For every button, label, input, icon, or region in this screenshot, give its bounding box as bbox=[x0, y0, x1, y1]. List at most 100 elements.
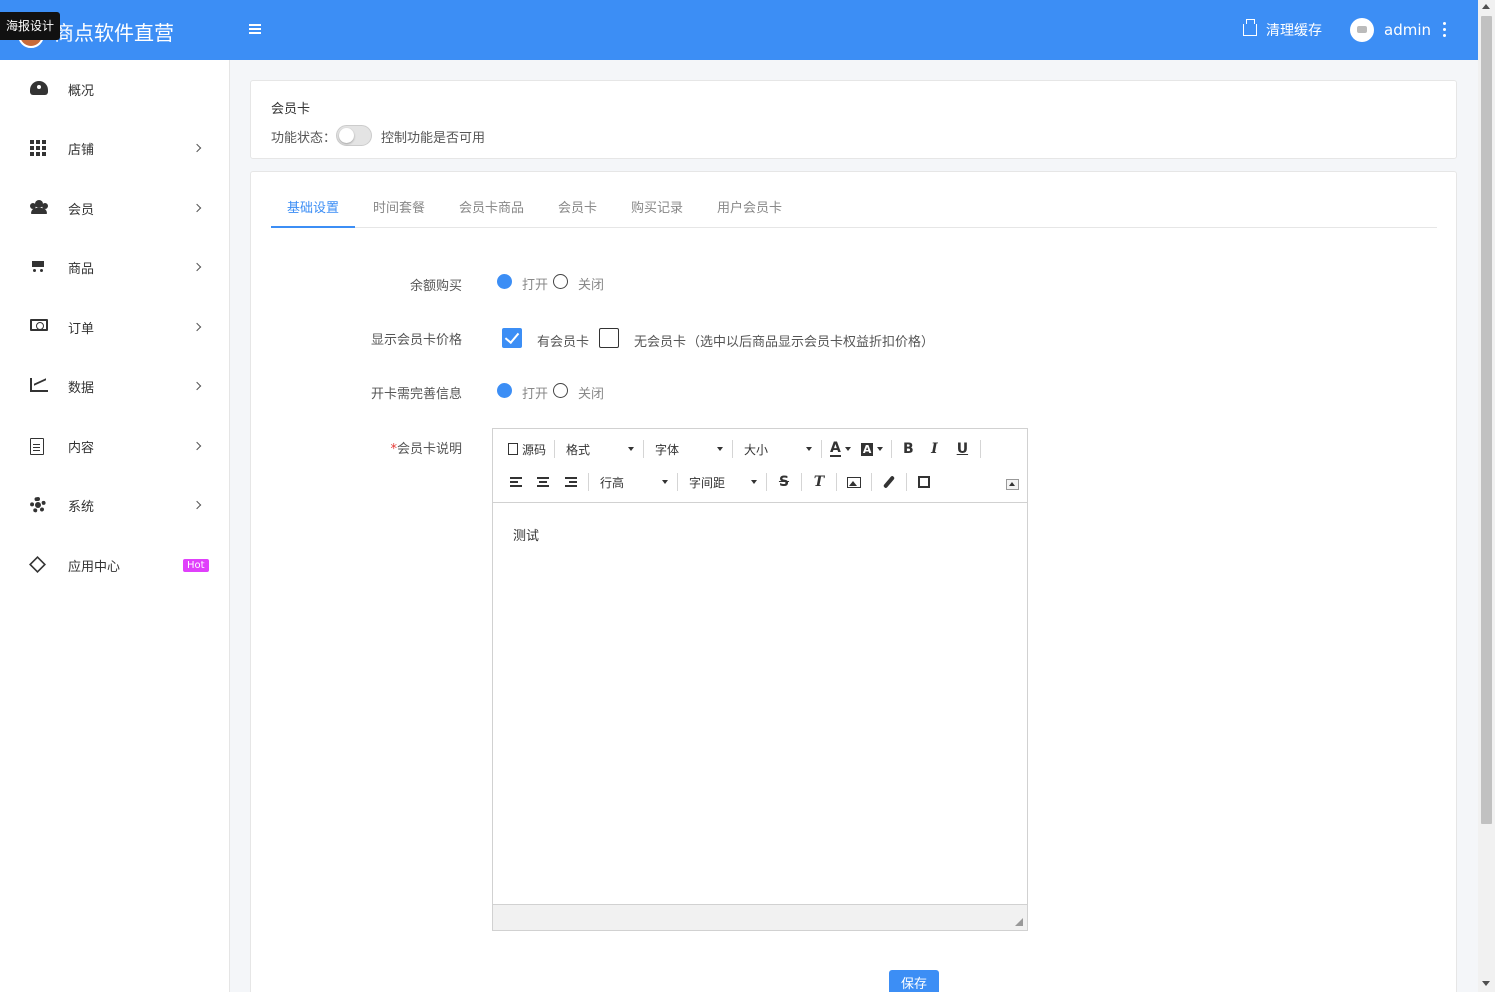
caret-down-icon bbox=[844, 447, 851, 451]
clear-format-button[interactable]: T bbox=[805, 471, 833, 493]
scroll-up-icon[interactable] bbox=[1482, 4, 1490, 9]
fullscreen-button[interactable] bbox=[910, 471, 938, 493]
expand-icon bbox=[918, 476, 930, 488]
hot-badge: Hot bbox=[183, 558, 209, 572]
sidebar-item-app-center[interactable]: 应用中心 Hot bbox=[0, 545, 230, 585]
letter-spacing-select[interactable]: 字间距 bbox=[681, 471, 763, 493]
complete-info-on-radio[interactable] bbox=[497, 383, 512, 398]
clear-cache-button[interactable]: 清理缓存 bbox=[1243, 19, 1322, 40]
toolbar-row-1: 源码 格式 字体 大小 A A B I U bbox=[503, 434, 984, 464]
switch-hint: 控制功能是否可用 bbox=[381, 131, 486, 146]
settings-card: 基础设置 时间套餐 会员卡商品 会员卡 购买记录 用户会员卡 余额购买 打开 关… bbox=[250, 171, 1457, 992]
line-height-label: 行高 bbox=[600, 475, 625, 490]
more-options-icon[interactable] bbox=[1443, 22, 1447, 40]
brush-icon bbox=[882, 475, 896, 489]
sidebar-item-data[interactable]: 数据 bbox=[0, 366, 230, 406]
sidebar: 概况 店铺 会员 商品 订单 数据 内容 系统 应用中心 Hot bbox=[0, 60, 230, 992]
user-menu[interactable]: admin bbox=[1350, 18, 1431, 42]
cart-icon bbox=[30, 259, 48, 275]
toolbar-row-2: 行高 字间距 S T bbox=[503, 467, 938, 497]
align-center-button[interactable] bbox=[529, 471, 557, 493]
scrollbar[interactable] bbox=[1478, 0, 1495, 992]
tab-purchase-records[interactable]: 购买记录 bbox=[631, 197, 683, 228]
brand-text: 商点软件直营 bbox=[54, 21, 174, 45]
font-label: 字体 bbox=[655, 442, 680, 457]
balance-purchase-on-text: 打开 bbox=[522, 278, 549, 293]
tab-time-package[interactable]: 时间套餐 bbox=[373, 197, 425, 228]
sidebar-item-content[interactable]: 内容 bbox=[0, 426, 230, 466]
scroll-down-icon[interactable] bbox=[1482, 981, 1490, 986]
tooltip: 海报设计 bbox=[0, 12, 61, 40]
format-select[interactable]: 格式 bbox=[558, 438, 640, 460]
sidebar-item-store[interactable]: 店铺 bbox=[0, 128, 230, 168]
resize-handle-icon[interactable] bbox=[1015, 918, 1023, 926]
align-center-icon bbox=[537, 477, 549, 487]
sidebar-item-overview[interactable]: 概况 bbox=[0, 69, 230, 109]
insert-image-button[interactable] bbox=[840, 471, 868, 493]
underline-button[interactable]: U bbox=[947, 438, 977, 460]
scroll-thumb[interactable] bbox=[1481, 16, 1492, 824]
caret-down-icon bbox=[628, 447, 635, 451]
rich-text-editor: 源码 格式 字体 大小 A A B I U 行高 字间距 S T 测试 bbox=[492, 428, 1028, 931]
size-label: 大小 bbox=[744, 442, 769, 457]
source-label: 源码 bbox=[522, 442, 547, 457]
align-left-button[interactable] bbox=[503, 471, 529, 493]
caret-down-icon bbox=[751, 480, 757, 484]
sidebar-item-members[interactable]: 会员 bbox=[0, 188, 230, 228]
text-color-icon: A bbox=[830, 439, 841, 457]
font-select[interactable]: 字体 bbox=[647, 438, 729, 460]
sidebar-item-system[interactable]: 系统 bbox=[0, 485, 230, 525]
align-right-button[interactable] bbox=[557, 471, 585, 493]
no-card-checkbox[interactable] bbox=[599, 328, 619, 348]
feature-switch[interactable] bbox=[336, 125, 372, 146]
balance-purchase-on-radio[interactable] bbox=[497, 274, 512, 289]
bg-color-icon: A bbox=[860, 442, 874, 456]
chevron-right-icon bbox=[192, 322, 202, 332]
no-card-text: 无会员卡 bbox=[634, 335, 687, 350]
align-left-icon bbox=[510, 477, 522, 487]
collapse-toolbar-button[interactable] bbox=[1006, 479, 1019, 490]
align-right-icon bbox=[565, 477, 577, 487]
show-price-label: 显示会员卡价格 bbox=[370, 333, 462, 348]
strikethrough-button[interactable]: S bbox=[770, 471, 798, 493]
gear-icon bbox=[30, 497, 48, 513]
sidebar-item-label: 内容 bbox=[68, 440, 95, 456]
menu-toggle-icon[interactable] bbox=[249, 24, 261, 34]
editor-content[interactable]: 测试 bbox=[513, 525, 539, 544]
avatar bbox=[1350, 18, 1374, 42]
format-label: 格式 bbox=[566, 442, 591, 457]
line-chart-icon bbox=[30, 378, 48, 394]
text-color-button[interactable]: A bbox=[825, 438, 856, 460]
bg-color-button[interactable]: A bbox=[856, 438, 889, 460]
users-icon bbox=[30, 200, 48, 216]
has-card-checkbox[interactable] bbox=[502, 328, 522, 348]
sidebar-item-label: 店铺 bbox=[68, 142, 95, 158]
format-painter-button[interactable] bbox=[875, 471, 903, 493]
sidebar-item-label: 数据 bbox=[68, 380, 95, 396]
tab-user-cards[interactable]: 用户会员卡 bbox=[717, 197, 782, 228]
card-title: 会员卡 bbox=[271, 102, 311, 117]
sidebar-item-orders[interactable]: 订单 bbox=[0, 307, 230, 347]
complete-info-on-text: 打开 bbox=[522, 387, 549, 402]
complete-info-off-radio[interactable] bbox=[553, 383, 568, 398]
line-height-select[interactable]: 行高 bbox=[592, 471, 674, 493]
editor-statusbar bbox=[493, 904, 1027, 930]
save-button[interactable]: 保存 bbox=[889, 970, 939, 992]
status-label: 功能状态： bbox=[271, 131, 337, 146]
top-bar: 商点软件直营 清理缓存 admin bbox=[0, 0, 1478, 60]
complete-info-off-text: 关闭 bbox=[578, 387, 605, 402]
caret-down-icon bbox=[877, 447, 884, 451]
chevron-right-icon bbox=[192, 143, 202, 153]
tab-basic-settings[interactable]: 基础设置 bbox=[271, 197, 356, 228]
tab-member-card[interactable]: 会员卡 bbox=[558, 197, 597, 228]
caret-down-icon bbox=[662, 480, 668, 484]
dashboard-icon bbox=[30, 81, 48, 97]
source-button[interactable]: 源码 bbox=[503, 438, 551, 460]
complete-info-label: 开卡需完善信息 bbox=[370, 387, 462, 402]
balance-purchase-off-radio[interactable] bbox=[553, 274, 568, 289]
sidebar-item-products[interactable]: 商品 bbox=[0, 247, 230, 287]
size-select[interactable]: 大小 bbox=[736, 438, 818, 460]
tab-card-products[interactable]: 会员卡商品 bbox=[459, 197, 524, 228]
bold-button[interactable]: B bbox=[895, 438, 921, 460]
italic-button[interactable]: I bbox=[921, 438, 947, 460]
